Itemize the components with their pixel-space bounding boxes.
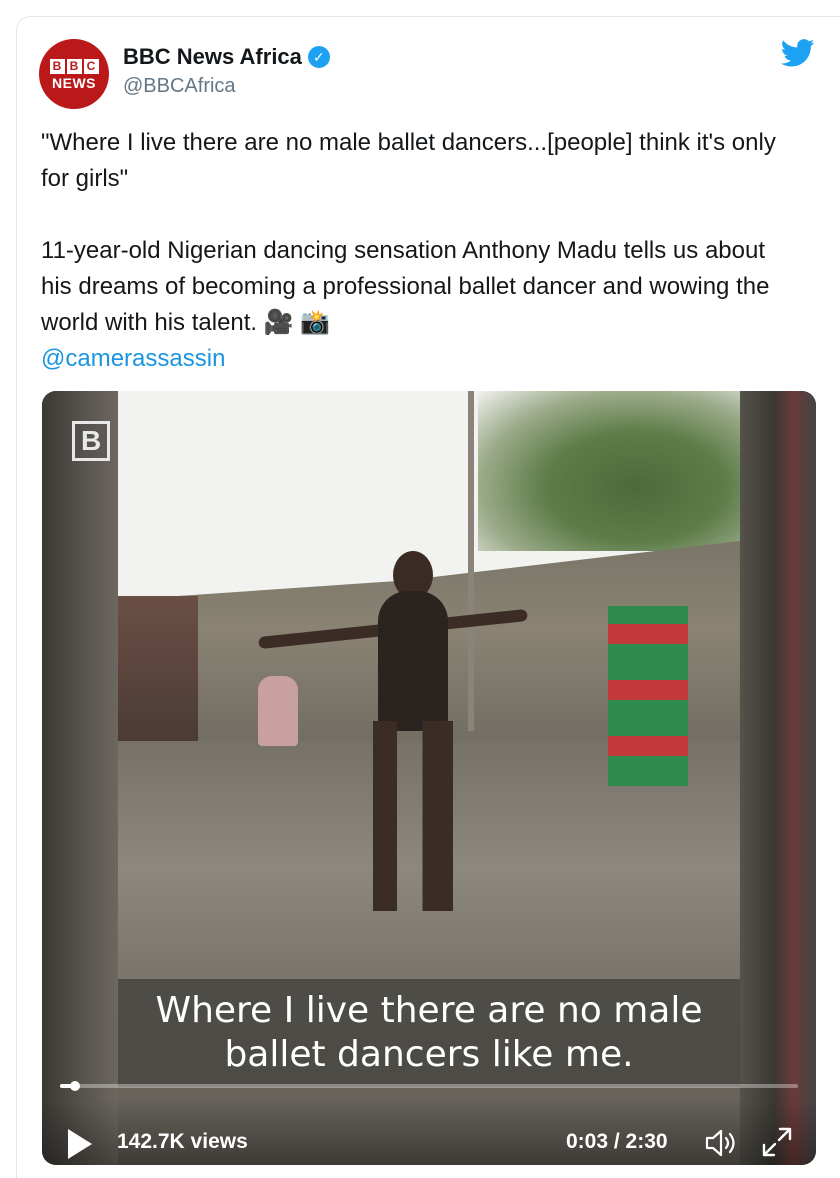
- author-name-text[interactable]: BBC News Africa: [123, 44, 302, 70]
- fullscreen-icon[interactable]: [760, 1125, 794, 1159]
- video-progress-bar[interactable]: [60, 1081, 798, 1091]
- video-blur-left: [42, 391, 118, 1165]
- author-avatar[interactable]: B B C NEWS: [39, 39, 109, 109]
- twitter-bird-icon[interactable]: [781, 39, 815, 67]
- verified-badge-icon: ✓: [307, 46, 330, 68]
- tweet-text: "Where I live there are no male ballet d…: [41, 125, 801, 377]
- author-name[interactable]: BBC News Africa ✓: [123, 44, 330, 70]
- video-player[interactable]: B Where I live there are no male ballet …: [42, 391, 816, 1165]
- video-caption: Where I live there are no male ballet da…: [118, 979, 740, 1087]
- bbc-logo: B B C: [49, 58, 99, 74]
- tweet-quote: "Where I live there are no male ballet d…: [41, 129, 776, 192]
- video-progress-knob[interactable]: [69, 1081, 80, 1091]
- video-time: 0:03 / 2:30: [566, 1130, 668, 1153]
- tweet-card[interactable]: B B C NEWS BBC News Africa ✓ @BBCAfrica …: [16, 16, 840, 1178]
- tweet-body: 11-year-old Nigerian dancing sensation A…: [41, 237, 770, 336]
- video-caption-line-1: Where I live there are no male: [155, 990, 703, 1031]
- play-icon[interactable]: [68, 1129, 92, 1159]
- mention-link[interactable]: @camerassassin: [41, 345, 225, 372]
- bbc-watermark: B: [72, 421, 111, 461]
- volume-icon[interactable]: [704, 1127, 738, 1159]
- video-controls: 142.7K views 0:03 / 2:30: [42, 1099, 816, 1165]
- bbc-news-label: NEWS: [52, 74, 96, 91]
- author-handle[interactable]: @BBCAfrica: [123, 75, 236, 98]
- video-caption-line-2: ballet dancers like me.: [224, 1034, 634, 1075]
- video-blur-right: [740, 391, 816, 1165]
- view-count: 142.7K views: [117, 1130, 248, 1153]
